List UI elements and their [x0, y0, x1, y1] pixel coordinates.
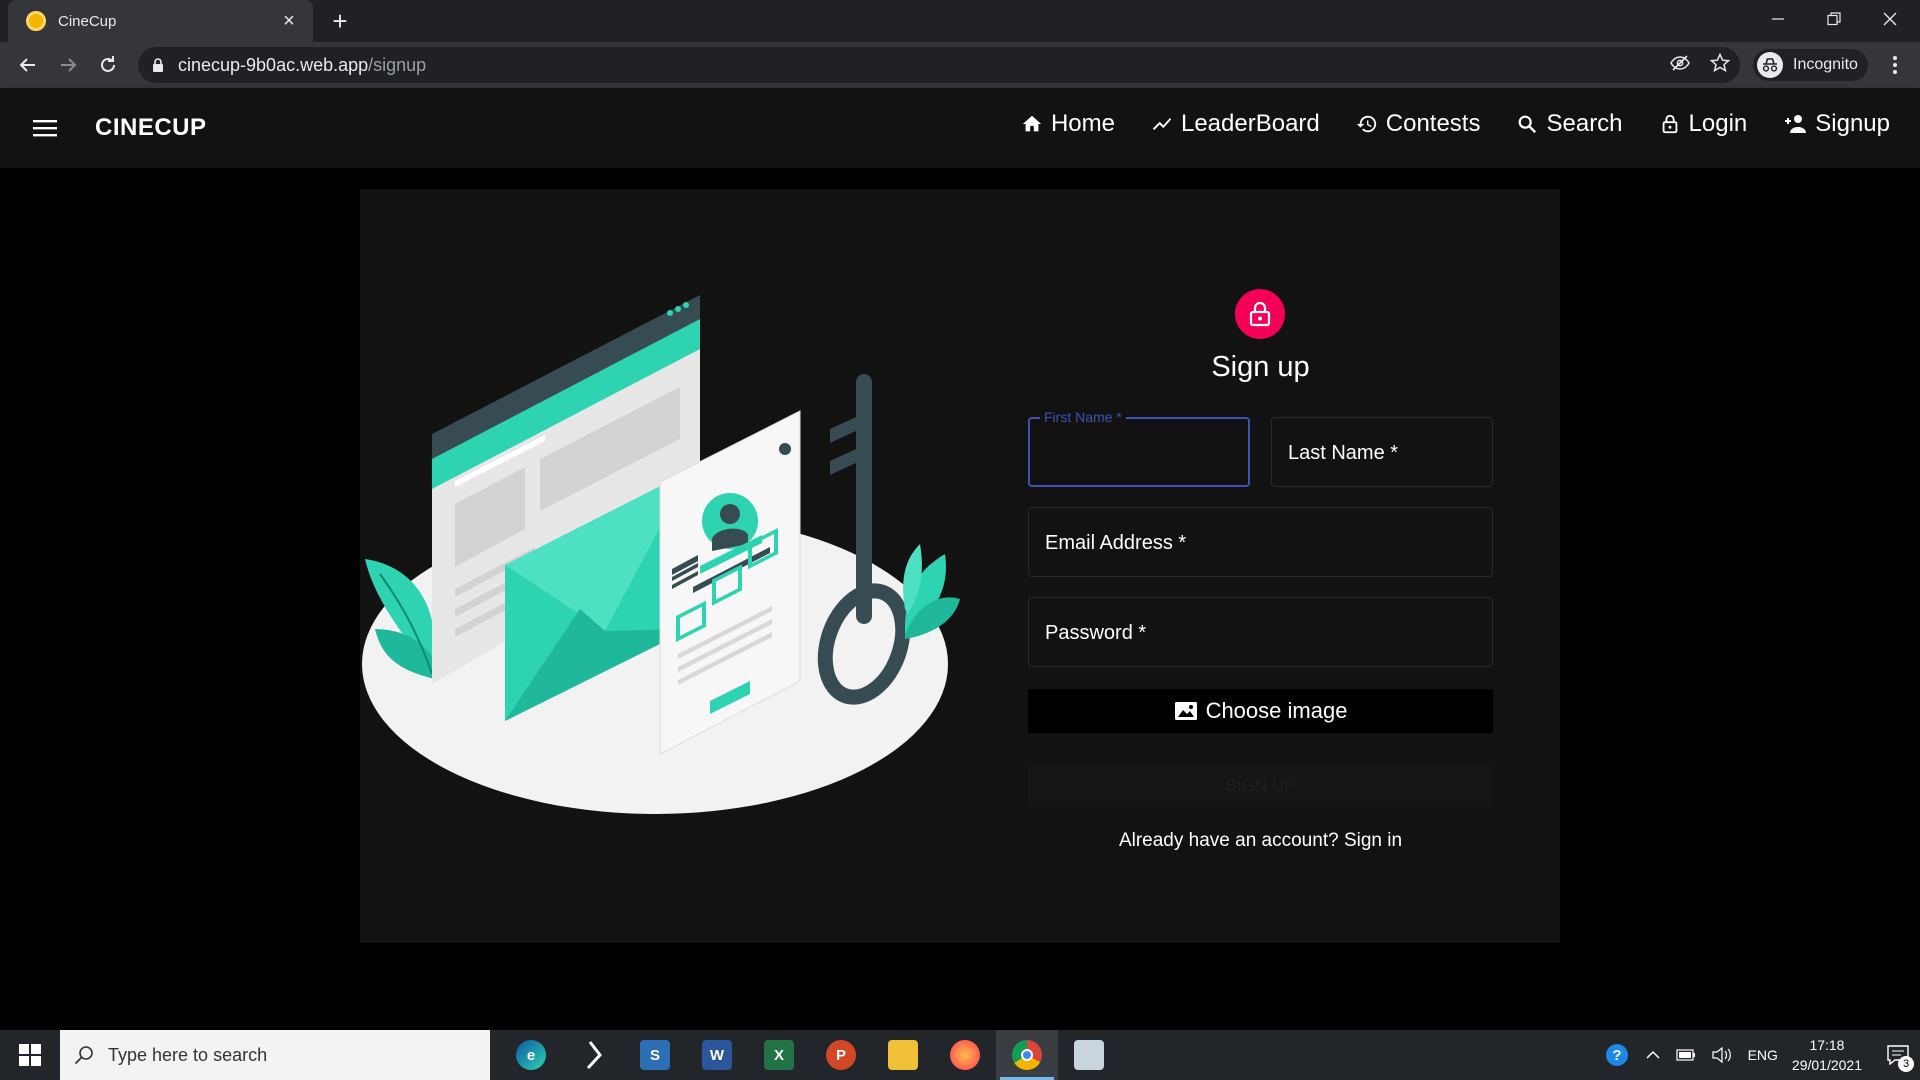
taskbar-clock[interactable]: 17:18 29/01/2021 — [1792, 1035, 1862, 1075]
vscode-icon[interactable] — [562, 1030, 624, 1080]
new-tab-button[interactable]: + — [324, 5, 356, 37]
chrome-icon[interactable] — [996, 1030, 1058, 1080]
windows-start-icon[interactable] — [0, 1030, 60, 1080]
tab-title: CineCup — [58, 12, 117, 30]
close-window-button[interactable] — [1862, 0, 1918, 38]
password-label: Password * — [1045, 622, 1147, 644]
file-explorer-icon[interactable] — [872, 1030, 934, 1080]
taskbar-search-box[interactable]: Type here to search — [60, 1030, 490, 1080]
url-host: cinecup-9b0ac.web.app — [178, 54, 369, 75]
padlock-icon[interactable] — [152, 58, 164, 72]
nav-leaderboard-label: LeaderBoard — [1180, 110, 1320, 137]
signup-card: Sign up First Name * Last Name * Email A… — [360, 189, 1560, 943]
last-name-field[interactable]: Last Name * — [1271, 417, 1493, 487]
taskbar-search-placeholder: Type here to search — [108, 1044, 268, 1065]
signup-title: Sign up — [1211, 351, 1310, 383]
leaf-right-icon — [903, 544, 960, 639]
signup-submit-button[interactable]: SIGN UP — [1028, 765, 1493, 807]
incognito-label: Incognito — [1793, 56, 1858, 73]
nav-home[interactable]: Home — [1021, 110, 1115, 138]
taskbar-apps: e S W X P — [500, 1030, 1120, 1080]
battery-icon[interactable] — [1675, 1049, 1696, 1061]
password-field[interactable]: Password * — [1028, 597, 1493, 667]
nav-search[interactable]: Search — [1516, 110, 1623, 138]
minimize-button[interactable] — [1750, 0, 1806, 38]
nav-home-label: Home — [1050, 110, 1115, 137]
search-icon — [74, 1046, 93, 1065]
chevron-up-icon[interactable] — [1646, 1050, 1660, 1060]
notification-center-icon[interactable]: 3 — [1876, 1030, 1920, 1080]
app-bar: CINECUP Home LeaderBoard Contests Search… — [0, 88, 1920, 168]
system-tray: ? ENG 17:18 29/01/2021 3 — [1596, 1030, 1920, 1080]
home-icon — [1022, 115, 1042, 132]
firefox-icon[interactable] — [934, 1030, 996, 1080]
signup-illustration — [362, 295, 960, 814]
first-name-field[interactable]: First Name * — [1028, 409, 1250, 487]
tab-close-icon[interactable]: × — [277, 10, 301, 33]
excel-icon[interactable]: X — [748, 1030, 810, 1080]
svg-text:?: ? — [1612, 1047, 1621, 1064]
nav-signup[interactable]: Signup — [1783, 110, 1890, 138]
nav-leaderboard[interactable]: LeaderBoard — [1151, 110, 1320, 138]
nav-signup-label: Signup — [1815, 110, 1890, 137]
language-indicator[interactable]: ENG — [1748, 1047, 1778, 1063]
email-field[interactable]: Email Address * — [1028, 507, 1493, 577]
snipping-icon[interactable] — [1058, 1030, 1120, 1080]
volume-icon[interactable] — [1711, 1047, 1732, 1063]
incognito-profile-button[interactable]: Incognito — [1753, 49, 1868, 81]
lock-icon — [1662, 114, 1677, 134]
help-icon[interactable]: ? — [1604, 1042, 1630, 1068]
reload-icon[interactable] — [92, 49, 124, 81]
history-icon — [1356, 115, 1376, 133]
cinecup-favicon-icon — [26, 11, 46, 31]
first-name-label: First Name * — [1040, 409, 1126, 425]
clock-time: 17:18 — [1809, 1037, 1845, 1053]
clock-date: 29/01/2021 — [1791, 1057, 1862, 1073]
nav-search-label: Search — [1546, 110, 1623, 137]
edge-icon[interactable]: e — [500, 1030, 562, 1080]
powerpoint-icon[interactable]: P — [810, 1030, 872, 1080]
browser-menu-icon[interactable] — [1880, 49, 1910, 81]
notification-count-badge: 3 — [1898, 1056, 1914, 1072]
choose-image-button[interactable]: Choose image — [1028, 689, 1493, 733]
browser-tab-strip: CineCup × + — [0, 0, 1920, 42]
choose-image-label: Choose image — [1205, 698, 1348, 723]
trending-up-icon — [1152, 118, 1172, 130]
word-icon[interactable]: W — [686, 1030, 748, 1080]
restore-button[interactable] — [1806, 0, 1862, 38]
eye-off-icon[interactable] — [1668, 51, 1692, 75]
signup-submit-label: SIGN UP — [1225, 776, 1296, 795]
incognito-icon — [1757, 52, 1783, 78]
nav-contests[interactable]: Contests — [1356, 110, 1481, 138]
image-icon — [1174, 702, 1197, 720]
nav-contests-label: Contests — [1385, 110, 1481, 137]
signin-link[interactable]: Already have an account? Sign in — [1028, 830, 1493, 852]
browser-tab[interactable]: CineCup × — [8, 0, 313, 42]
brand-logo[interactable]: CINECUP — [95, 114, 207, 142]
forward-arrow-icon[interactable] — [52, 49, 84, 81]
last-name-label: Last Name * — [1288, 442, 1399, 464]
address-bar[interactable]: cinecup-9b0ac.web.app/signup — [138, 47, 1740, 83]
email-label: Email Address * — [1045, 532, 1187, 554]
menu-hamburger-icon[interactable] — [30, 114, 60, 142]
person-add-icon — [1785, 115, 1807, 133]
back-arrow-icon[interactable] — [12, 49, 44, 81]
url-path: /signup — [368, 54, 427, 75]
main-nav: Home LeaderBoard Contests Search Login S… — [985, 110, 1890, 138]
search-icon — [1519, 115, 1537, 134]
lock-avatar-icon — [1235, 289, 1285, 339]
bookmark-star-icon[interactable] — [1708, 51, 1732, 75]
scan-icon[interactable]: S — [624, 1030, 686, 1080]
windows-taskbar: Type here to search e S W X P ? ENG 17:1… — [0, 1030, 1920, 1080]
browser-toolbar: cinecup-9b0ac.web.app/signup Incognito — [0, 42, 1920, 88]
nav-login[interactable]: Login — [1659, 110, 1748, 138]
nav-login-label: Login — [1688, 110, 1748, 137]
